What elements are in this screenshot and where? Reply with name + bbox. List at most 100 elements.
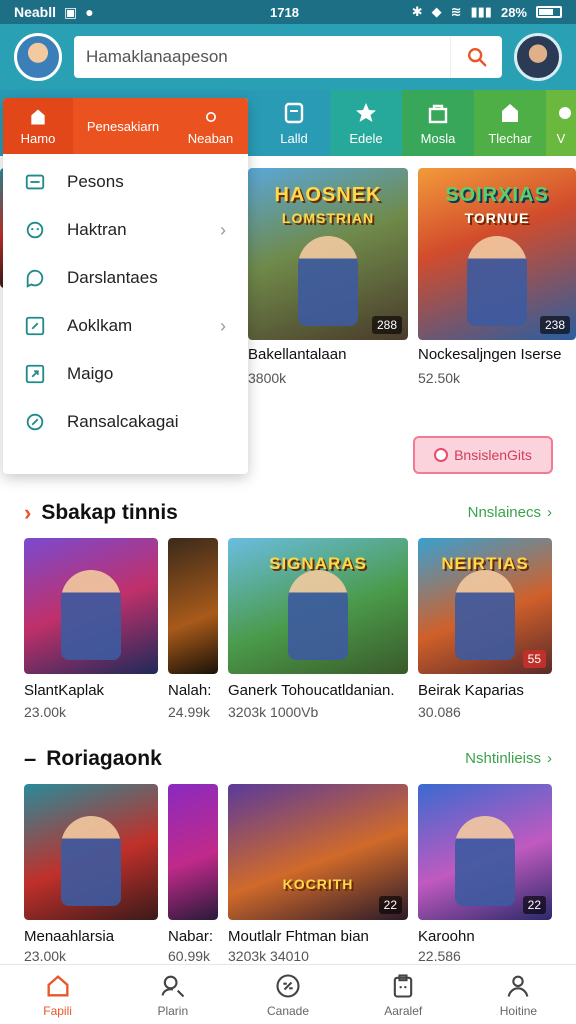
game-card[interactable] bbox=[168, 784, 218, 920]
game-card[interactable] bbox=[24, 784, 158, 920]
chevron-right-icon: › bbox=[24, 500, 32, 525]
star-icon bbox=[356, 102, 376, 122]
game-name[interactable]: SlantKaplak bbox=[24, 682, 104, 699]
search-input[interactable]: Hamaklanaapeson bbox=[86, 47, 228, 67]
menu-tab-label: Hamo bbox=[20, 130, 56, 146]
rating-badge: 55 bbox=[522, 650, 546, 668]
menu-tab-label: Neaban bbox=[187, 130, 234, 146]
menu-item-0[interactable]: Pesons bbox=[3, 158, 248, 206]
menu-tab-bar: Hamo Penesakiarn Neaban bbox=[3, 98, 248, 154]
chevron-right-icon: › bbox=[220, 219, 226, 240]
game-thumbnail bbox=[168, 784, 218, 920]
menu-item-2[interactable]: Darslantaes bbox=[3, 254, 248, 302]
character-art bbox=[61, 816, 121, 906]
section-title: › Sbakap tinnis bbox=[24, 500, 178, 526]
menu-item-label: Ransalcakagai bbox=[67, 412, 179, 431]
menu-item-3[interactable]: Aoklkam › bbox=[3, 302, 248, 350]
game-thumbnail bbox=[24, 784, 158, 920]
search-bar[interactable]: Hamaklanaapeson bbox=[74, 36, 502, 78]
character-art bbox=[455, 816, 515, 906]
menu-item-5[interactable]: Ransalcakagai bbox=[3, 398, 248, 446]
game-subtitle-art: LOMSTRIAN bbox=[281, 210, 375, 226]
game-card[interactable]: KOCRITH 22 bbox=[228, 784, 408, 920]
nav-item-explore[interactable]: Canade bbox=[230, 965, 345, 1024]
nav-label: Canade bbox=[266, 1003, 310, 1018]
signal-icon: ▮▮▮ bbox=[470, 4, 492, 19]
game-name[interactable]: Nabar: bbox=[168, 928, 213, 945]
pill-icon bbox=[434, 448, 449, 462]
home-icon bbox=[502, 103, 518, 122]
game-name[interactable]: Karoohn bbox=[418, 928, 475, 945]
game-thumbnail: NEIRTIAS 55 bbox=[418, 538, 552, 674]
game-card[interactable] bbox=[168, 538, 218, 674]
featured-card-0[interactable]: HAOSNEK LOMSTRIAN 288 bbox=[248, 168, 408, 340]
see-more-link[interactable]: Nnslainecs › bbox=[468, 504, 552, 521]
game-name[interactable]: Beirak Kaparias bbox=[418, 682, 524, 699]
see-more-link[interactable]: Nshtinlieiss › bbox=[465, 750, 552, 767]
menu-item-label: Maigo bbox=[67, 364, 114, 383]
rating-badge: 238 bbox=[539, 316, 570, 334]
game-name[interactable]: Nockesaljngen Iserse bbox=[418, 346, 561, 363]
menu-tab-middle[interactable]: Penesakiarn bbox=[73, 98, 173, 154]
nav-item-home[interactable]: Fapili bbox=[0, 965, 115, 1024]
game-thumbnail: KOCRITH 22 bbox=[228, 784, 408, 920]
nav-label: Hoitine bbox=[499, 1003, 538, 1018]
menu-tab-home[interactable]: Hamo bbox=[3, 98, 73, 154]
rating-badge: 22 bbox=[378, 896, 402, 914]
category-label: Tlechar bbox=[488, 130, 532, 146]
game-card[interactable]: 22 bbox=[418, 784, 552, 920]
game-name[interactable]: Nalah: bbox=[168, 682, 211, 699]
chevron-right-icon: › bbox=[220, 315, 226, 336]
game-card[interactable] bbox=[24, 538, 158, 674]
nav-item-profile[interactable]: Hoitine bbox=[461, 965, 576, 1024]
menu-item-4[interactable]: Maigo bbox=[3, 350, 248, 398]
game-name[interactable]: Ganerk Tohoucatldanian. bbox=[228, 682, 395, 699]
bottom-nav: Fapili Plarin Canade Aaralef Hoitine bbox=[0, 964, 576, 1024]
category-tab-3[interactable]: Tlechar bbox=[474, 90, 546, 156]
menu-tab-end[interactable]: Neaban bbox=[173, 98, 248, 154]
category-tab-2[interactable]: Mosla bbox=[402, 90, 474, 156]
location-icon: ◆ bbox=[431, 4, 442, 19]
see-more-label: Nshtinlieiss bbox=[465, 750, 541, 767]
menu-item-label: Haktran bbox=[67, 220, 127, 239]
game-name[interactable]: Bakellantalaan bbox=[248, 346, 346, 363]
promo-button[interactable]: BnsislenGits bbox=[413, 436, 553, 474]
category-tab-4[interactable]: V bbox=[546, 90, 576, 156]
store-icon bbox=[428, 104, 448, 123]
carrier-label: Neabll bbox=[14, 4, 57, 20]
game-card[interactable]: SIGNARAS bbox=[228, 538, 408, 674]
home-icon bbox=[47, 974, 69, 996]
download-count: 30.086 bbox=[418, 704, 461, 720]
game-name[interactable]: Menaahlarsia bbox=[24, 928, 114, 945]
dropdown-menu: Hamo Penesakiarn Neaban Pesons Haktran ›… bbox=[3, 98, 248, 474]
bluetooth-icon: ✱ bbox=[411, 4, 423, 19]
profile-icon bbox=[508, 975, 529, 997]
category-label: Lalld bbox=[280, 130, 308, 146]
game-thumbnail bbox=[168, 538, 218, 674]
category-tab-1[interactable]: Edele bbox=[330, 90, 402, 156]
nav-item-search[interactable]: Plarin bbox=[115, 965, 230, 1024]
featured-card-1[interactable]: SOIRXIAS TORNUE 238 bbox=[418, 168, 576, 340]
wifi-icon: ≋ bbox=[450, 4, 462, 19]
download-count: 23.00k bbox=[24, 704, 67, 720]
app-screen: Neabll ▣ ● 1718 ✱ ◆ ≋ ▮▮▮ 28% Hamaklanaa… bbox=[0, 0, 576, 1024]
game-subtitle-art: TORNUE bbox=[464, 210, 530, 226]
download-count: 3800k bbox=[248, 370, 287, 386]
search-button[interactable] bbox=[450, 36, 502, 78]
menu-item-label: Darslantaes bbox=[67, 268, 158, 287]
game-thumbnail: HAOSNEK LOMSTRIAN 288 bbox=[248, 168, 408, 340]
character-art bbox=[61, 570, 121, 660]
search-icon bbox=[467, 48, 486, 67]
category-label: V bbox=[556, 130, 566, 146]
menu-item-1[interactable]: Haktran › bbox=[3, 206, 248, 254]
category-tab-0[interactable]: Lalld bbox=[258, 90, 330, 156]
profile-avatar[interactable] bbox=[514, 33, 562, 81]
menu-avatar[interactable] bbox=[14, 33, 62, 81]
nav-item-tasks[interactable]: Aaralef bbox=[346, 965, 461, 1024]
promo-label: BnsislenGits bbox=[454, 447, 532, 463]
chevron-right-icon: › bbox=[547, 504, 552, 521]
game-name[interactable]: Moutlalr Fhtman bian bbox=[228, 928, 369, 945]
nav-label: Plarin bbox=[157, 1003, 189, 1018]
compass-icon bbox=[276, 973, 300, 998]
game-card[interactable]: NEIRTIAS 55 bbox=[418, 538, 552, 674]
